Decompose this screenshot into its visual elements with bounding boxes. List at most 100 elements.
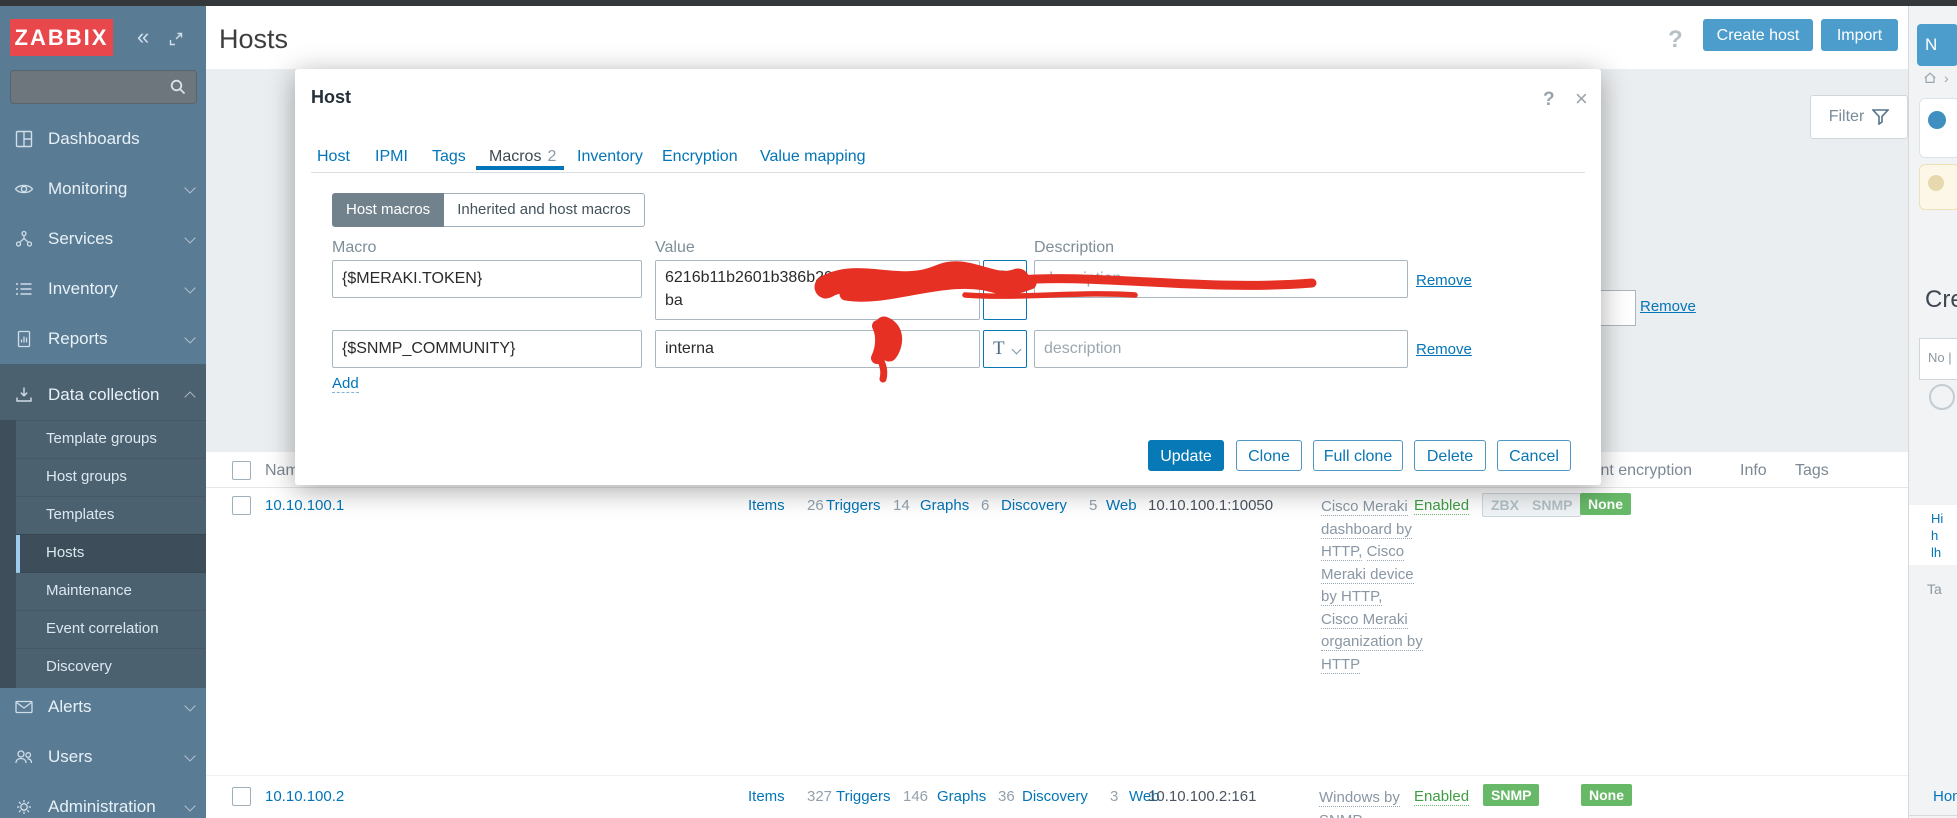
create-host-button[interactable]: Create host (1703, 19, 1813, 51)
triggers-link[interactable]: Triggers (826, 497, 880, 514)
sliver-tags-label-fragment: Ta (1927, 581, 1942, 597)
add-macro-link[interactable]: Add (332, 375, 359, 393)
macro-value-input[interactable]: 6216b11b2601b386b29d3a4 ba (655, 260, 980, 320)
select-all-checkbox[interactable] (232, 461, 251, 480)
remove-macro-link[interactable]: Remove (1416, 272, 1472, 289)
macro-name-input[interactable] (332, 260, 642, 298)
users-icon (15, 750, 33, 764)
sidebar-expand-icon[interactable] (168, 31, 184, 47)
sliver-mini-panel: Hi h lh (1909, 505, 1957, 565)
import-button[interactable]: Import (1821, 19, 1898, 51)
filter-tab[interactable]: Filter (1810, 95, 1908, 139)
tab-host[interactable]: Host (317, 148, 350, 166)
sidebar-item-data-collection[interactable]: Data collection (0, 370, 206, 420)
sidebar-item-inventory[interactable]: Inventory (0, 264, 206, 314)
status-enabled[interactable]: Enabled (1414, 497, 1470, 515)
sliver-create-heading-fragment: Cre (1925, 286, 1957, 313)
tab-tags[interactable]: Tags (432, 148, 466, 166)
host-macros-toggle[interactable]: Host macros (332, 193, 445, 227)
sidebar-item-administration[interactable]: Administration (0, 782, 206, 818)
sidebar-item-event-correlation[interactable]: Event correlation (16, 610, 206, 649)
graphs-link[interactable]: Graphs (920, 497, 969, 514)
triggers-count: 146 (903, 788, 929, 805)
overlapping-window-sliver: N › Cre No | Hi h lh Ta Hom (1908, 6, 1957, 818)
sliver-circle-icon (1929, 384, 1955, 410)
table-row-divider (206, 775, 1908, 776)
full-clone-button[interactable]: Full clone (1313, 440, 1403, 471)
macro-description-input[interactable] (1034, 330, 1408, 368)
sidebar-item-template-groups[interactable]: Template groups (16, 420, 206, 459)
status-enabled[interactable]: Enabled (1414, 788, 1470, 806)
discovery-link[interactable]: Discovery (1001, 497, 1067, 514)
availability-snmp-badge: SNMP (1524, 493, 1582, 517)
macros-count-badge: 2 (547, 148, 557, 165)
sidebar-item-alerts[interactable]: Alerts (0, 682, 206, 732)
template-link[interactable]: Windows by SNMP (1319, 789, 1400, 818)
active-tab-underline (476, 166, 564, 170)
inherited-macros-toggle[interactable]: Inherited and host macros (444, 193, 645, 227)
table-header-divider (206, 487, 1908, 488)
graphs-link[interactable]: Graphs (937, 788, 986, 805)
host-name-link[interactable]: 10.10.100.2 (265, 788, 344, 805)
search-input[interactable] (17, 74, 161, 100)
clone-button[interactable]: Clone (1236, 440, 1302, 471)
sliver-button-fragment: N (1917, 24, 1957, 66)
items-link[interactable]: Items (748, 788, 785, 805)
tab-ipmi[interactable]: IPMI (375, 148, 408, 166)
search-icon[interactable] (169, 78, 187, 96)
macro-value-input[interactable] (655, 330, 980, 368)
host-interface: 10.10.100.2:161 (1148, 788, 1257, 805)
sidebar-item-users[interactable]: Users (0, 732, 206, 782)
row-checkbox[interactable] (232, 787, 251, 806)
discovery-count: 5 (1089, 497, 1098, 514)
sliver-link-fragment[interactable]: h (1931, 528, 1938, 543)
sidebar-item-maintenance[interactable]: Maintenance (16, 572, 206, 611)
discovery-link[interactable]: Discovery (1022, 788, 1088, 805)
tab-macros[interactable]: Macros 2 (489, 148, 556, 166)
macro-type-select[interactable]: T (983, 330, 1027, 368)
sliver-home-link-fragment[interactable]: Hom (1933, 788, 1957, 805)
web-link[interactable]: Web (1106, 497, 1137, 514)
tabs-divider (311, 172, 1585, 173)
items-count: 327 (807, 788, 833, 805)
sidebar-item-templates[interactable]: Templates (16, 496, 206, 535)
alerts-envelope-icon (15, 700, 33, 714)
help-icon[interactable]: ? (1668, 26, 1683, 54)
items-link[interactable]: Items (748, 497, 785, 514)
discovery-count: 3 (1110, 788, 1119, 805)
tab-inventory[interactable]: Inventory (577, 148, 643, 166)
chevron-down-icon (184, 282, 196, 294)
cancel-button[interactable]: Cancel (1497, 440, 1571, 471)
update-button[interactable]: Update (1148, 440, 1224, 471)
sidebar-item-monitoring[interactable]: Monitoring (0, 164, 206, 214)
graphs-count: 6 (981, 497, 990, 514)
modal-help-icon[interactable]: ? (1543, 89, 1555, 111)
sidebar-item-services[interactable]: Services (0, 214, 206, 264)
delete-button[interactable]: Delete (1414, 440, 1486, 471)
sidebar-collapse-icon[interactable]: « (137, 26, 149, 48)
remove-macro-link[interactable]: Remove (1416, 341, 1472, 358)
sliver-link-fragment[interactable]: Hi (1931, 511, 1943, 526)
macro-name-input[interactable] (332, 330, 642, 368)
triggers-link[interactable]: Triggers (836, 788, 890, 805)
background-remove-link[interactable]: Remove (1640, 298, 1696, 315)
template-link[interactable]: Cisco Meraki organization by HTTP (1321, 610, 1423, 674)
value-column-label: Value (655, 239, 695, 256)
sidebar-item-reports[interactable]: Reports (0, 314, 206, 364)
tab-value-mapping[interactable]: Value mapping (760, 148, 866, 166)
macro-type-select[interactable]: T (983, 260, 1027, 320)
tab-encryption[interactable]: Encryption (662, 148, 738, 166)
chevron-down-icon (184, 332, 196, 344)
sidebar-item-dashboards[interactable]: Dashboards (0, 114, 206, 164)
home-icon[interactable] (1923, 71, 1937, 85)
sliver-link-fragment[interactable]: lh (1931, 545, 1941, 560)
modal-title: Host (311, 87, 351, 107)
zabbix-logo[interactable]: ZABBIX (10, 19, 113, 56)
sidebar-item-host-groups[interactable]: Host groups (16, 458, 206, 497)
close-icon[interactable]: × (1575, 86, 1588, 112)
host-name-link[interactable]: 10.10.100.1 (265, 497, 344, 514)
templates-cell: Cisco Meraki dashboard by HTTP, Cisco Me… (1321, 496, 1423, 676)
row-checkbox[interactable] (232, 496, 251, 515)
sidebar-item-hosts[interactable]: Hosts (16, 534, 206, 573)
macro-description-input[interactable] (1034, 260, 1408, 298)
